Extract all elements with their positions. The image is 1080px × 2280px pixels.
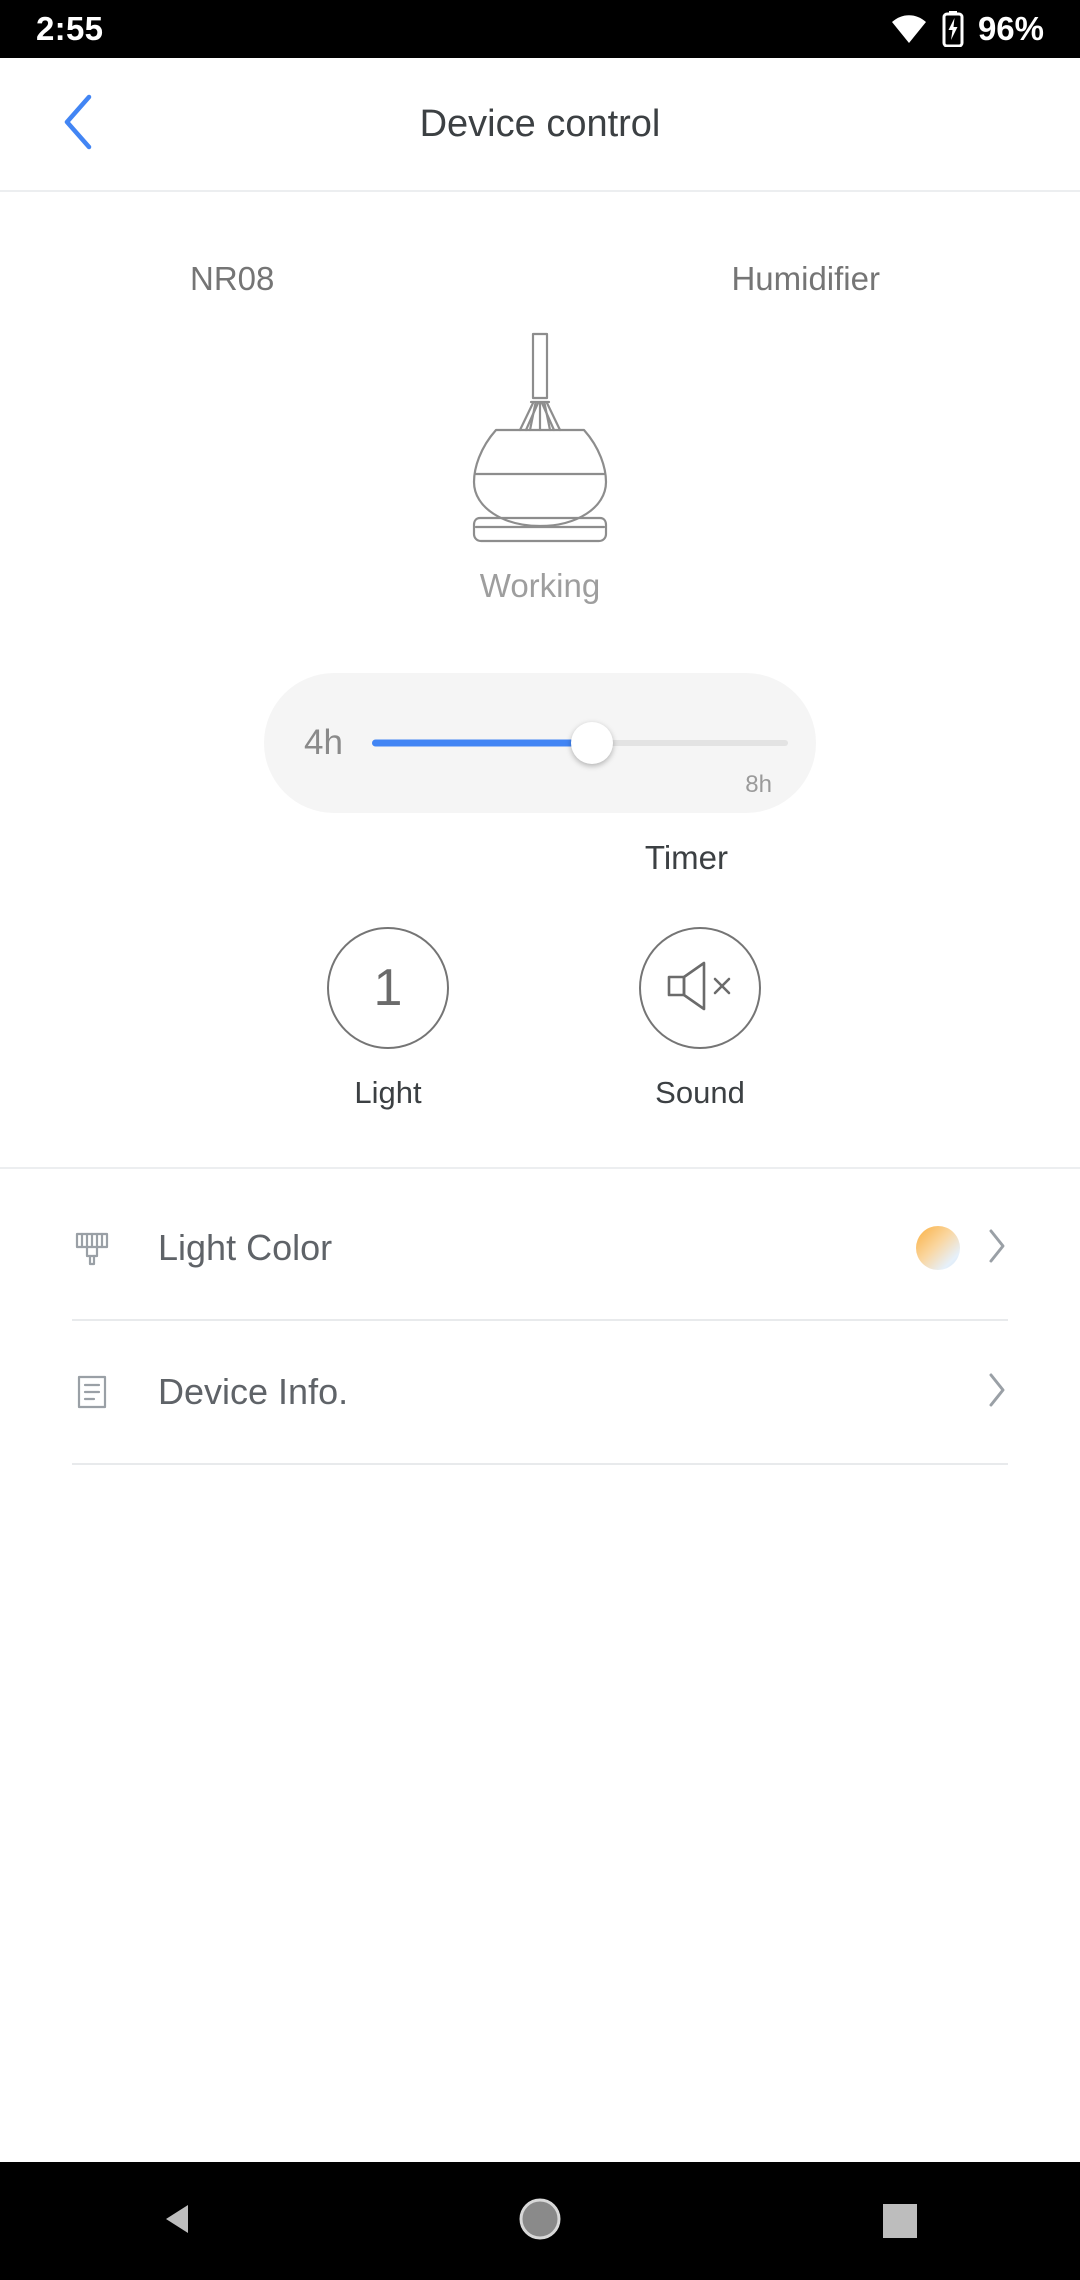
timer-value-label: 4h (304, 723, 343, 762)
main-content: NR08 Humidifier Working 4h 8h Timer 1 Li… (0, 192, 1080, 2162)
light-level-icon: 1 (373, 959, 403, 1017)
device-summary-row: NR08 Humidifier (0, 192, 1080, 298)
battery-charging-icon (942, 11, 964, 47)
page-title: Device control (419, 102, 661, 145)
device-control-screen: 2:55 96% Device control NR08 Humidifier … (0, 0, 1080, 2280)
timer-caption: Timer (644, 839, 728, 876)
device-status-label: Working (479, 567, 601, 604)
color-swatch[interactable] (916, 1226, 960, 1270)
back-button[interactable] (40, 86, 116, 162)
nav-back-button[interactable] (120, 2162, 240, 2280)
slider-track-fill (372, 739, 593, 747)
speaker-mute-icon (663, 958, 737, 1019)
timer-slider-card[interactable]: 4h 8h (264, 673, 816, 813)
timer-slider[interactable] (372, 722, 788, 764)
nav-recents-button[interactable] (840, 2162, 960, 2280)
device-model-label: NR08 (190, 260, 275, 297)
list-item-light-color[interactable]: Light Color (72, 1177, 1008, 1321)
light-button[interactable]: 1 (327, 927, 449, 1049)
document-icon (72, 1372, 128, 1412)
nav-home-button[interactable] (480, 2162, 600, 2280)
system-nav-bar (0, 2162, 1080, 2280)
chevron-right-icon (986, 1227, 1008, 1270)
list-item-device-info[interactable]: Device Info. (72, 1321, 1008, 1465)
list-item-device-info-label: Device Info. (158, 1371, 349, 1412)
light-caption: Light (354, 1075, 422, 1110)
nav-home-circle-icon (517, 2196, 563, 2247)
sound-button[interactable] (639, 927, 761, 1049)
device-type-label: Humidifier (731, 260, 880, 297)
sound-caption: Sound (655, 1075, 745, 1110)
back-chevron-icon (61, 93, 95, 156)
list-item-light-color-label: Light Color (158, 1227, 333, 1268)
status-bar-clock: 2:55 (36, 10, 104, 47)
humidifier-illustration (0, 326, 1080, 551)
status-bar: 2:55 96% (0, 0, 1080, 58)
slider-thumb[interactable] (571, 722, 614, 764)
timer-max-label: 8h (745, 771, 772, 798)
nav-back-triangle-icon (160, 2199, 200, 2244)
app-bar: Device control (0, 58, 1080, 192)
battery-percent-label: 96% (977, 10, 1044, 47)
sound-control[interactable]: Sound (576, 927, 824, 1111)
quick-controls-row: 1 Light Sound (0, 927, 1080, 1111)
status-bar-indicators: 96% (890, 10, 1044, 48)
humidifier-icon (430, 326, 650, 551)
settings-list: Light Color Device Info. (0, 1167, 1080, 1465)
chevron-right-icon (986, 1371, 1008, 1414)
wifi-icon (890, 14, 928, 44)
brush-icon (72, 1228, 128, 1268)
light-control[interactable]: 1 Light (264, 927, 512, 1111)
nav-recents-square-icon (883, 2204, 917, 2238)
